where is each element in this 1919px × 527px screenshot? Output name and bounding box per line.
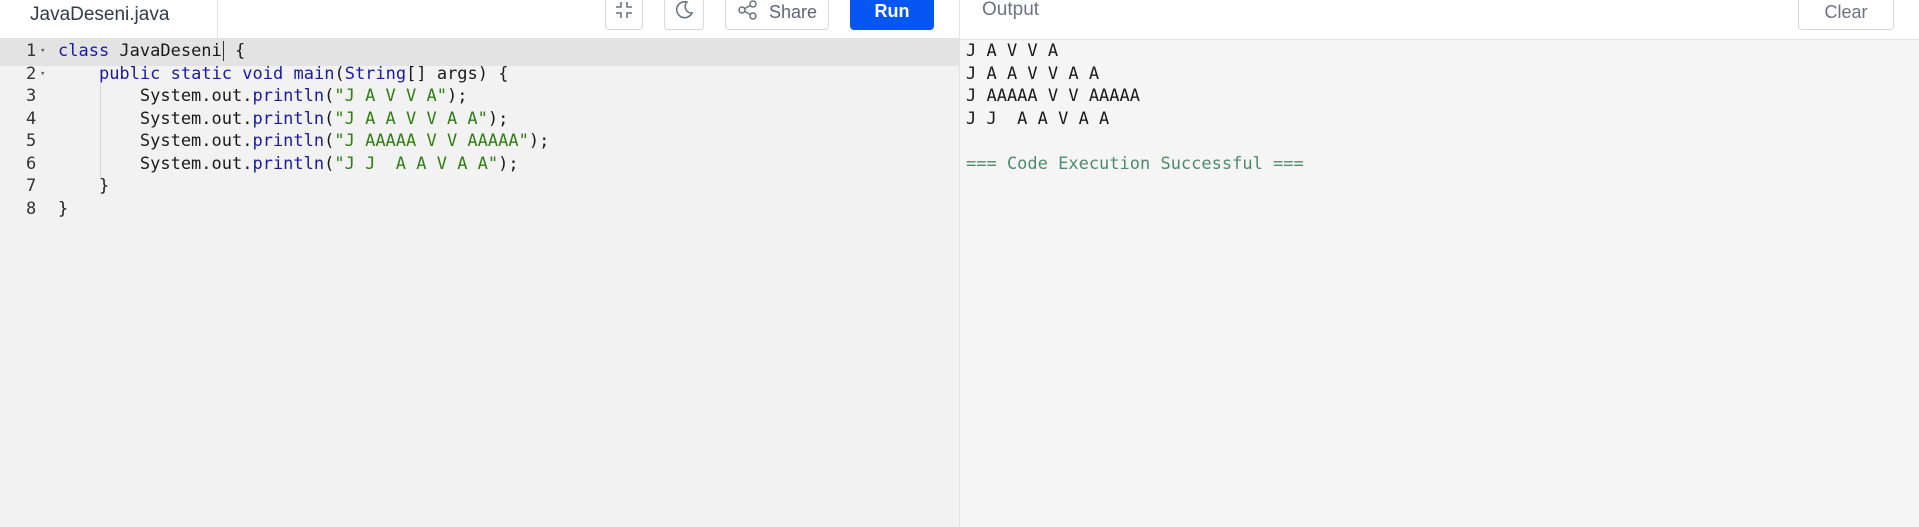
line-number: 8 xyxy=(26,198,37,219)
output-panel: J A V V AJ A A V V A AJ AAAAA V V AAAAA J… xyxy=(960,40,1919,527)
panel-divider xyxy=(959,0,960,40)
clear-label: Clear xyxy=(1824,1,1868,22)
code-token: public xyxy=(98,63,161,84)
execution-status: === Code Execution Successful === xyxy=(966,153,1304,174)
code-token: void xyxy=(242,63,284,84)
code-token: println xyxy=(252,108,325,129)
code-token: ( xyxy=(324,153,335,174)
code-editor[interactable]: 1 ▾ class JavaDeseni {2 ▾ public static voi… xyxy=(0,38,959,527)
output-title: Output xyxy=(982,0,1040,20)
code-text: } xyxy=(58,196,68,224)
code-token: ( xyxy=(324,108,335,129)
toolbar: JavaDeseni.java Share Run Output Clear xyxy=(0,0,1919,40)
code-token: static xyxy=(170,63,233,84)
text-cursor xyxy=(222,41,224,61)
code-token: println xyxy=(252,153,325,174)
code-token: "J A V V A" xyxy=(334,86,447,106)
code-token: System.out. xyxy=(58,153,253,174)
code-token: main xyxy=(293,63,335,84)
moon-icon xyxy=(673,0,695,26)
code-token: System.out. xyxy=(58,131,253,151)
file-tab[interactable]: JavaDeseni.java xyxy=(0,0,218,40)
code-token: String xyxy=(344,63,407,84)
code-token: } xyxy=(58,176,110,196)
code-token: { xyxy=(224,41,246,61)
compress-icon xyxy=(614,0,634,25)
online-java-compiler: JavaDeseni.java Share Run Output Clear 1… xyxy=(0,0,1919,527)
code-token: ( xyxy=(324,131,335,151)
share-button[interactable]: Share xyxy=(725,0,829,30)
output-line: J J A A V A A xyxy=(966,108,1110,129)
code-token: println xyxy=(252,131,325,151)
exit-fullscreen-button[interactable] xyxy=(605,0,643,30)
code-token: JavaDeseni xyxy=(109,41,222,61)
share-icon xyxy=(737,0,759,26)
code-token: } xyxy=(58,198,69,219)
code-token: System.out. xyxy=(58,86,253,106)
code-token: ( xyxy=(334,63,345,84)
code-token: ( xyxy=(324,86,335,106)
code-token: ); xyxy=(528,131,550,151)
code-token: ); xyxy=(498,153,519,174)
run-label: Run xyxy=(874,0,910,21)
file-tab-label: JavaDeseni.java xyxy=(30,4,170,25)
code-token: class xyxy=(58,41,110,61)
code-line[interactable]: 8} xyxy=(0,196,959,224)
share-label: Share xyxy=(768,1,818,22)
code-token: "J A A V V A A" xyxy=(334,108,488,129)
theme-toggle-button[interactable] xyxy=(664,0,704,30)
code-token: "J J A A V A A" xyxy=(334,153,499,174)
clear-button[interactable]: Clear xyxy=(1798,0,1894,30)
code-token: [] args) { xyxy=(406,63,509,84)
run-button[interactable]: Run xyxy=(850,0,934,30)
code-token: System.out. xyxy=(58,108,253,129)
code-token: "J AAAAA V V AAAAA" xyxy=(334,131,529,151)
code-token: println xyxy=(252,86,325,106)
code-token: ); xyxy=(487,108,509,129)
code-token: ); xyxy=(446,86,468,106)
